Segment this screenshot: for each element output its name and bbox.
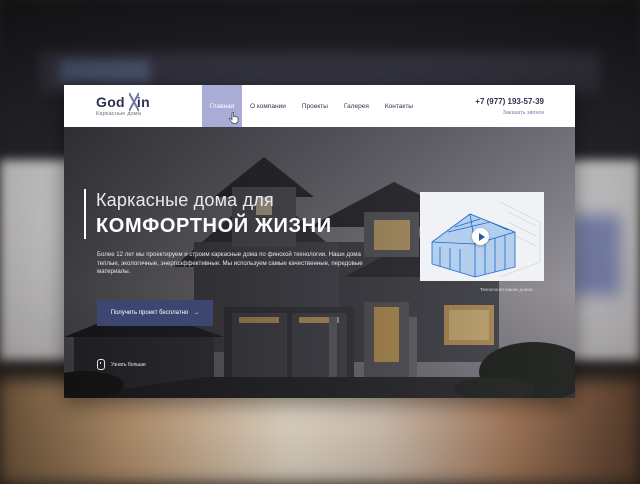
get-free-project-button[interactable]: Получить проект бесплатно → (97, 300, 213, 326)
logo-wordmark: God in (96, 92, 150, 112)
callback-link[interactable]: Заказать звонок (475, 110, 544, 116)
logo-x-mark (129, 92, 139, 112)
hero-section: Каркасные дома для КОМФОРТНОЙ ЖИЗНИ Боле… (64, 127, 575, 398)
cta-label: Получить проект бесплатно (110, 310, 189, 316)
pointer-cursor-icon (229, 112, 239, 124)
hero-title-line1: Каркасные дома для (96, 190, 274, 210)
nav-item-label: О компании (250, 102, 286, 110)
nav-item-projects[interactable]: Проекты (294, 85, 336, 127)
mouse-icon (97, 359, 105, 370)
phone-number[interactable]: +7 (977) 193-57-39 (475, 97, 544, 106)
site-header: God in Каркасные дома Главная О компании … (64, 85, 575, 127)
header-contacts: +7 (977) 193-57-39 Заказать звонок (475, 97, 544, 116)
arrow-right-icon: → (193, 310, 200, 316)
video-caption: Технология наших домов (480, 287, 533, 292)
logo-tagline: Каркасные дома (96, 111, 142, 117)
main-nav: Главная О компании Проекты Галерея Конта… (202, 85, 421, 127)
nav-item-about[interactable]: О компании (242, 85, 294, 127)
nav-item-label: Галерея (343, 102, 369, 110)
hero-title: Каркасные дома для КОМФОРТНОЙ ЖИЗНИ (84, 189, 332, 239)
hero-description: Более 12 лет мы проектируем и строим кар… (97, 251, 363, 276)
nav-item-label: Проекты (301, 102, 328, 110)
nav-item-gallery[interactable]: Галерея (336, 85, 377, 127)
learn-more-label: Узнать больше (111, 361, 146, 368)
nav-item-label: Главная (209, 102, 235, 110)
nav-item-contacts[interactable]: Контакты (377, 85, 421, 127)
nav-item-label: Контакты (384, 102, 413, 110)
learn-more-link[interactable]: Узнать больше (97, 359, 146, 370)
logo[interactable]: God in Каркасные дома (96, 92, 150, 117)
video-thumbnail[interactable] (420, 192, 544, 281)
hero-title-line2: КОМФОРТНОЙ ЖИЗНИ (96, 215, 332, 237)
website-mockup: God in Каркасные дома Главная О компании … (64, 85, 575, 398)
play-icon[interactable] (472, 228, 489, 245)
nav-item-home[interactable]: Главная (202, 85, 242, 127)
